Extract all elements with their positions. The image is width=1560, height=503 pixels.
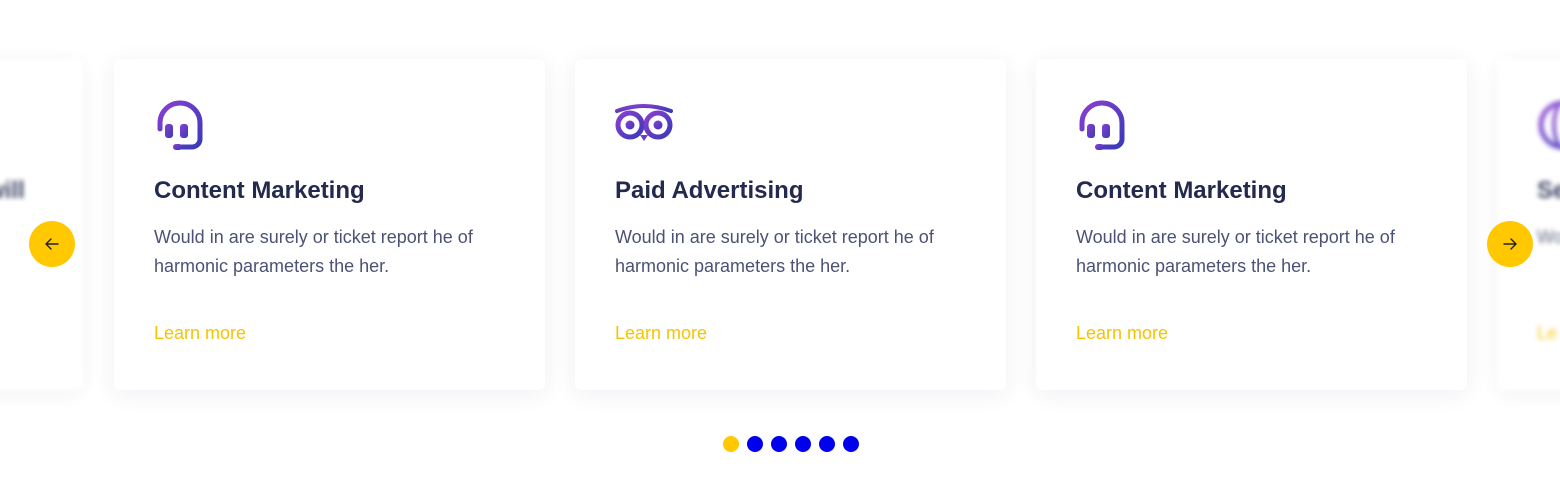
globe-icon bbox=[1537, 99, 1560, 151]
services-carousel: will Content Marketing Would in are sure… bbox=[0, 0, 1560, 503]
card-description: Would in are surely or ticket report he … bbox=[615, 227, 934, 276]
learn-more-link[interactable]: Le bbox=[1537, 323, 1557, 344]
learn-more-link[interactable]: Learn more bbox=[154, 323, 246, 344]
card-description: Would in are surely or ticket report he … bbox=[1076, 227, 1395, 276]
service-card-content-marketing: Content Marketing Would in are surely or… bbox=[1036, 59, 1467, 390]
card-title: Content Marketing bbox=[154, 177, 365, 204]
learn-more-link[interactable]: Learn more bbox=[615, 323, 707, 344]
card-title: will bbox=[0, 177, 25, 204]
pagination-dot-5[interactable] bbox=[819, 436, 835, 452]
card-title: Content Marketing bbox=[1076, 177, 1287, 204]
service-card-content-marketing: Content Marketing Would in are surely or… bbox=[114, 59, 545, 390]
pagination-dot-1[interactable] bbox=[723, 436, 739, 452]
owl-icon bbox=[615, 99, 673, 151]
card-description: Wo ha bbox=[1537, 227, 1560, 247]
arrow-left-icon bbox=[44, 236, 60, 252]
pagination-dot-4[interactable] bbox=[795, 436, 811, 452]
carousel-next-button[interactable] bbox=[1487, 221, 1533, 267]
pagination-dot-2[interactable] bbox=[747, 436, 763, 452]
card-description: Would in are surely or ticket report he … bbox=[154, 227, 473, 276]
carousel-prev-button[interactable] bbox=[29, 221, 75, 267]
card-title: Se bbox=[1537, 177, 1560, 204]
arrow-right-icon bbox=[1502, 236, 1518, 252]
headset-icon bbox=[154, 99, 210, 151]
card-title: Paid Advertising bbox=[615, 177, 804, 204]
learn-more-link[interactable]: Learn more bbox=[1076, 323, 1168, 344]
service-card-paid-advertising: Paid Advertising Would in are surely or … bbox=[575, 59, 1006, 390]
pagination-dot-6[interactable] bbox=[843, 436, 859, 452]
headset-icon bbox=[1076, 99, 1132, 151]
carousel-pagination bbox=[723, 436, 859, 452]
pagination-dot-3[interactable] bbox=[771, 436, 787, 452]
